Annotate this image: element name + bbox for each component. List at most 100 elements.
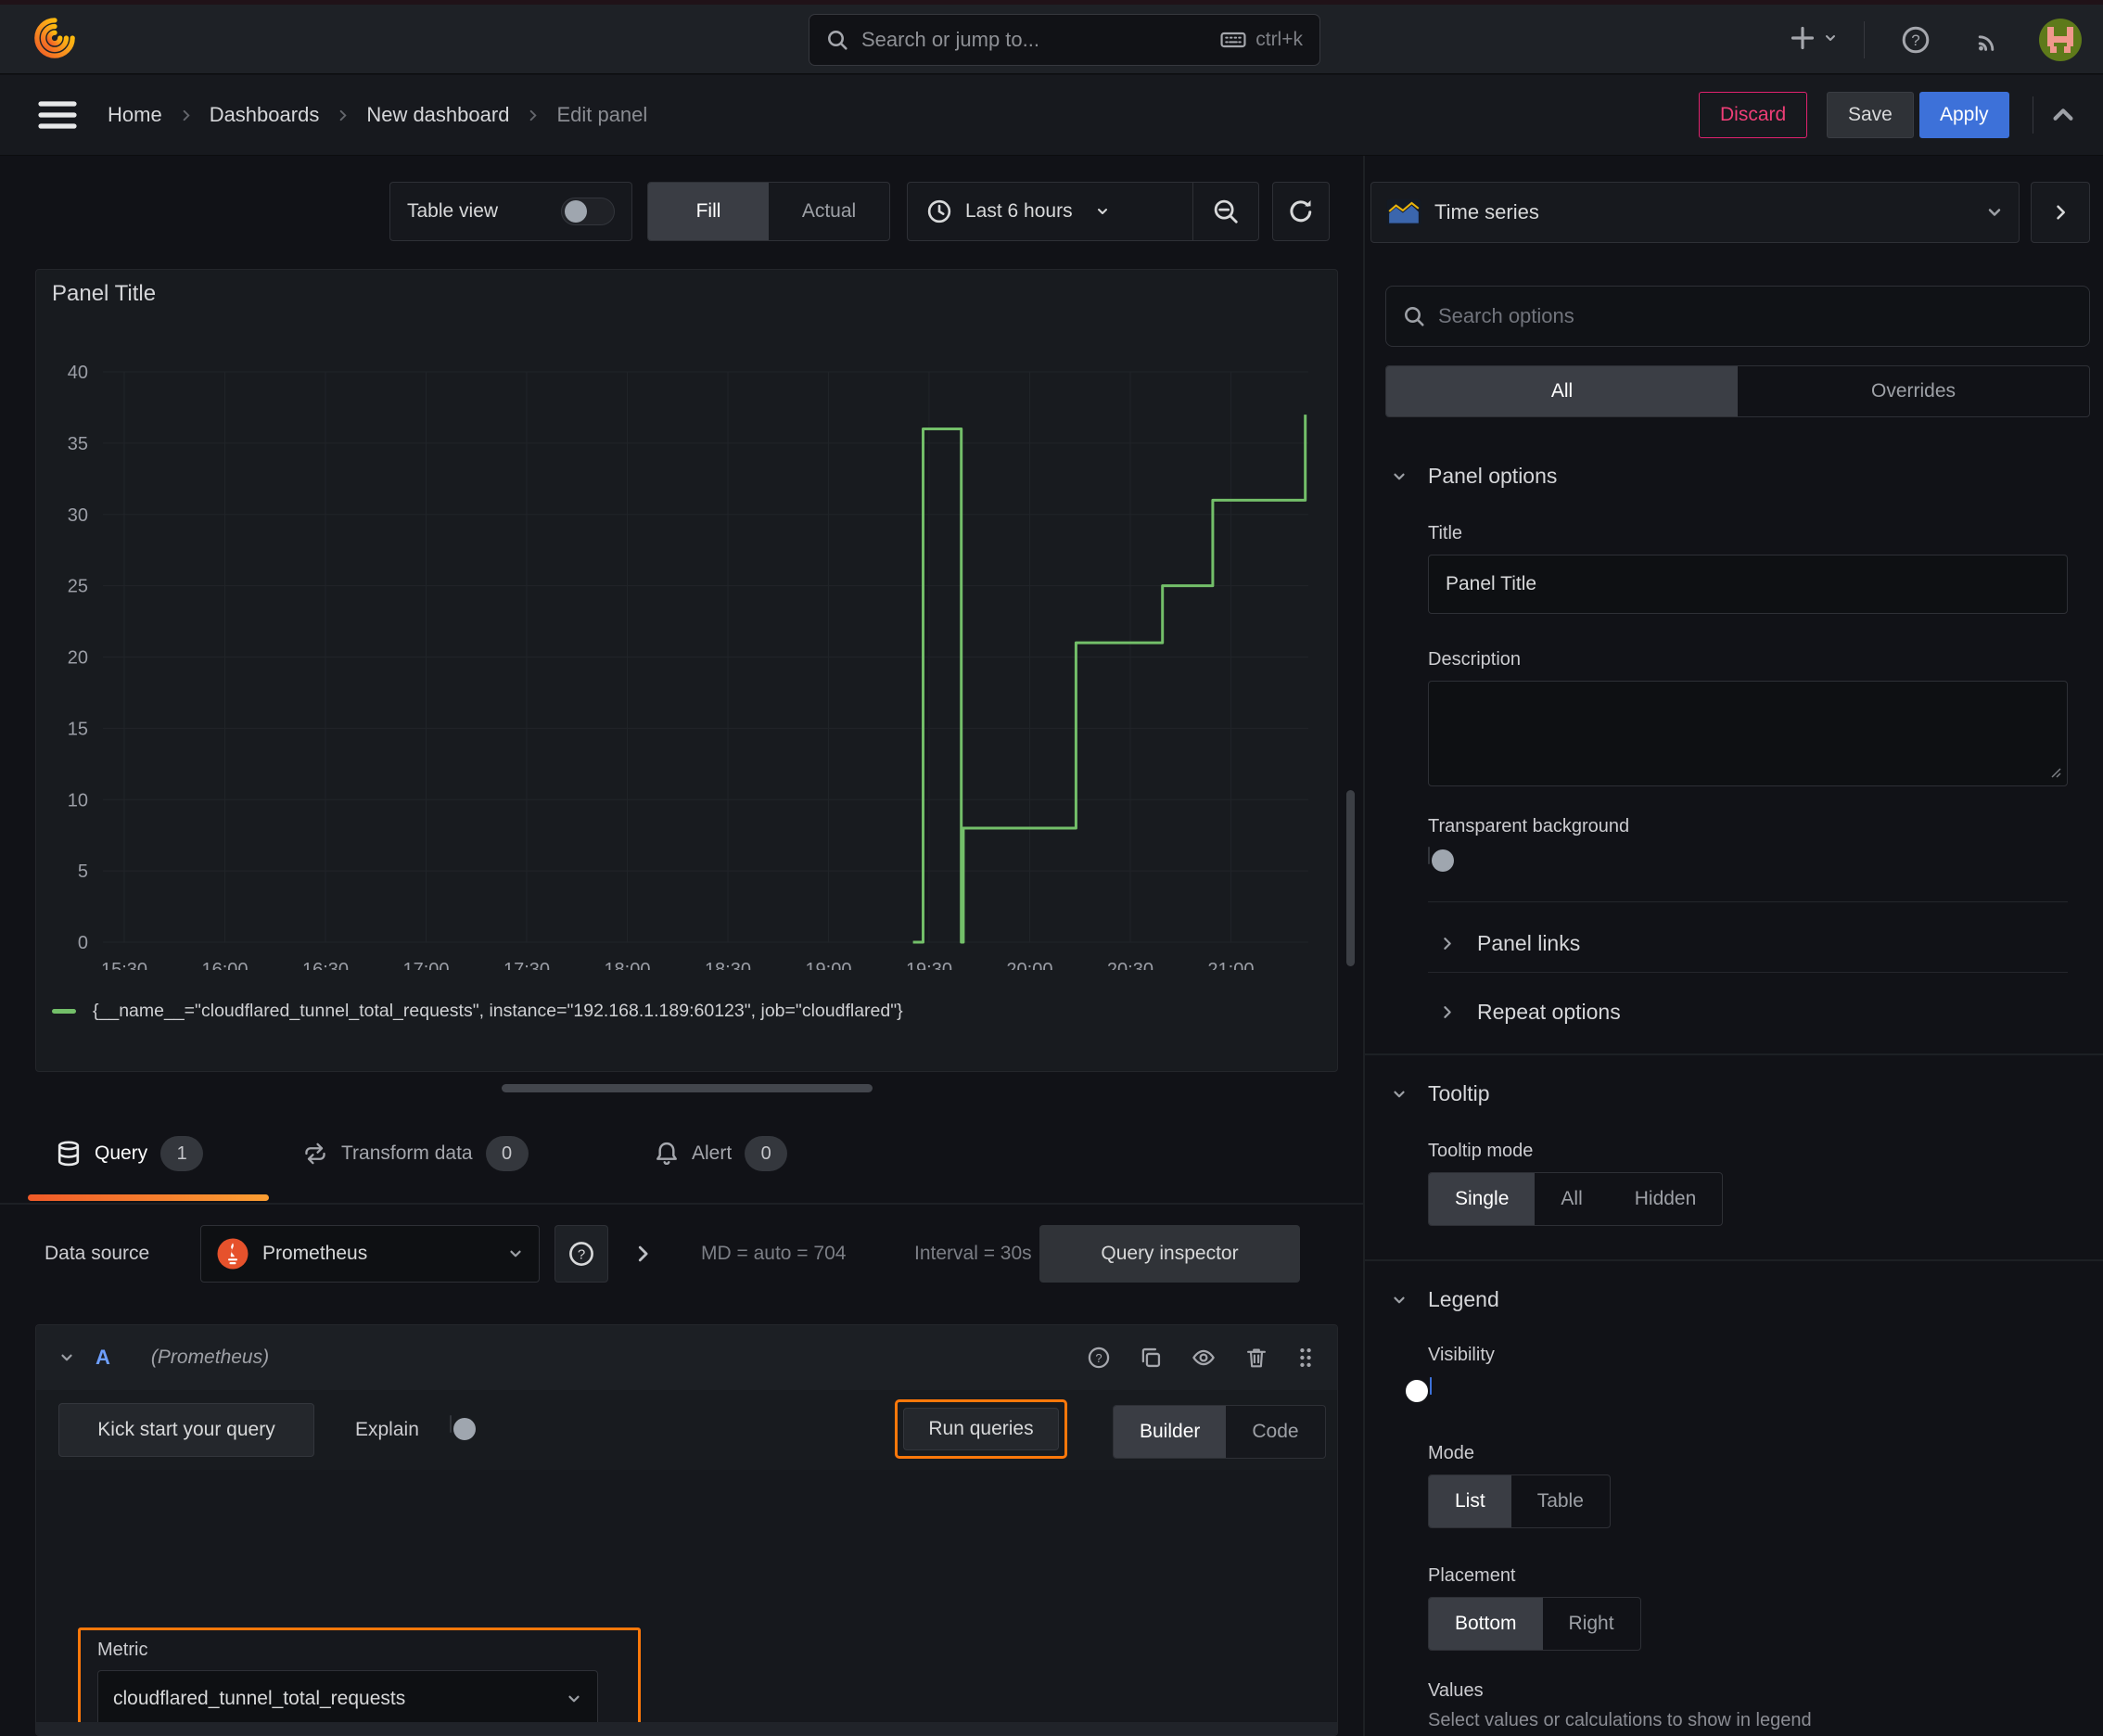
x-tick-label: 17:30 xyxy=(503,960,550,970)
x-tick-label: 15:30 xyxy=(101,960,147,970)
placement-right-option[interactable]: Right xyxy=(1543,1598,1640,1650)
tooltip-hidden-option[interactable]: Hidden xyxy=(1609,1173,1723,1225)
tab-all[interactable]: All xyxy=(1386,366,1738,416)
query-editor: A (Prometheus) ? Kick start your query E… xyxy=(35,1324,1338,1736)
tab-overrides[interactable]: Overrides xyxy=(1738,366,2089,416)
tooltip-mode-label: Tooltip mode xyxy=(1428,1141,1534,1161)
table-view-label: Table view xyxy=(407,200,499,222)
grafana-logo-icon[interactable] xyxy=(33,17,76,59)
metric-value: cloudflared_tunnel_total_requests xyxy=(113,1688,406,1709)
description-textarea[interactable] xyxy=(1428,681,2068,786)
resize-handle[interactable] xyxy=(502,1084,873,1092)
chevron-up-icon[interactable] xyxy=(2049,101,2077,129)
x-tick-label: 21:00 xyxy=(1207,960,1254,970)
legend-mode-label: Mode xyxy=(1428,1443,1475,1463)
menu-icon[interactable] xyxy=(37,99,78,131)
section-divider xyxy=(1363,1053,2103,1055)
y-tick-label: 30 xyxy=(68,505,88,526)
fill-option[interactable]: Fill xyxy=(648,183,769,240)
panel-links-section[interactable]: Panel links xyxy=(1439,918,1580,968)
clock-icon xyxy=(926,198,952,224)
eye-icon[interactable] xyxy=(1191,1346,1217,1370)
tooltip-header[interactable]: Tooltip xyxy=(1391,1081,1489,1106)
chevron-down-icon xyxy=(566,1691,582,1707)
query-stats-interval: Interval = 30s xyxy=(914,1243,1032,1264)
legend-header[interactable]: Legend xyxy=(1391,1287,1499,1312)
help-icon[interactable]: ? xyxy=(1901,25,1931,55)
run-queries-highlight: Run queries xyxy=(895,1399,1067,1459)
svg-text:?: ? xyxy=(1095,1351,1102,1365)
breadcrumb-dashboards[interactable]: Dashboards xyxy=(210,103,320,127)
repeat-options-heading: Repeat options xyxy=(1477,999,1621,1024)
resize-grip-icon[interactable] xyxy=(2047,764,2062,779)
tab-alert[interactable]: Alert 0 xyxy=(655,1124,788,1183)
tooltip-single-option[interactable]: Single xyxy=(1429,1173,1536,1225)
collapse-options-button[interactable] xyxy=(2031,182,2090,243)
prometheus-icon xyxy=(216,1237,249,1270)
discard-button[interactable]: Discard xyxy=(1699,92,1808,138)
builder-option[interactable]: Builder xyxy=(1114,1406,1227,1458)
kick-start-button[interactable]: Kick start your query xyxy=(58,1403,314,1457)
news-rss-icon[interactable] xyxy=(1973,25,2003,55)
query-inspector-button[interactable]: Query inspector xyxy=(1039,1225,1300,1283)
scrollbar[interactable] xyxy=(1346,790,1355,966)
panel-options-header[interactable]: Panel options xyxy=(1391,464,1557,489)
trash-icon[interactable] xyxy=(1244,1346,1268,1370)
refresh-button[interactable] xyxy=(1272,182,1330,241)
actual-option[interactable]: Actual xyxy=(769,183,889,240)
query-ref-id[interactable]: A xyxy=(96,1346,110,1370)
chevron-right-icon xyxy=(179,108,193,122)
viz-picker[interactable]: Time series xyxy=(1370,182,2020,243)
breadcrumb-home[interactable]: Home xyxy=(108,103,162,127)
avatar[interactable] xyxy=(2038,18,2083,62)
placement-bottom-option[interactable]: Bottom xyxy=(1429,1598,1543,1650)
legend-list-option[interactable]: List xyxy=(1429,1475,1511,1527)
repeat-options-section[interactable]: Repeat options xyxy=(1439,987,1621,1037)
chevron-down-icon xyxy=(1394,1091,1405,1097)
code-option[interactable]: Code xyxy=(1226,1406,1324,1458)
values-hint: Select values or calculations to show in… xyxy=(1428,1710,1812,1730)
panel-title-input[interactable] xyxy=(1428,555,2068,614)
chart-legend[interactable]: {__name__="cloudflared_tunnel_total_requ… xyxy=(52,1001,903,1022)
query-help-icon[interactable]: ? xyxy=(1087,1346,1111,1370)
expand-chevron-icon[interactable] xyxy=(632,1241,653,1267)
apply-button[interactable]: Apply xyxy=(1919,92,2009,138)
add-new-button[interactable] xyxy=(1790,25,1838,51)
tab-transform[interactable]: Transform data 0 xyxy=(302,1124,529,1183)
drag-grip-icon[interactable] xyxy=(1296,1346,1315,1370)
collapse-chevron-icon[interactable] xyxy=(58,1349,75,1366)
search-options-input[interactable]: Search options xyxy=(1385,286,2090,347)
legend-heading: Legend xyxy=(1428,1287,1499,1311)
chevron-right-icon xyxy=(1444,1005,1451,1018)
explain-toggle[interactable] xyxy=(450,1415,476,1440)
timeseries-chart[interactable]: 0 5 10 15 20 25 30 35 40 15:30 16:00 16:30 17:00 17:3… xyxy=(36,321,1339,970)
global-search-input[interactable]: Search or jump to... ctrl+k xyxy=(809,14,1320,66)
time-range-picker[interactable]: Last 6 hours xyxy=(908,198,1192,224)
datasource-picker[interactable]: Prometheus xyxy=(200,1225,540,1283)
metric-select[interactable]: cloudflared_tunnel_total_requests xyxy=(97,1670,598,1728)
legend-mode-switch: List Table xyxy=(1428,1474,1611,1528)
y-tick-label: 25 xyxy=(68,577,88,597)
metric-highlight: Metric cloudflared_tunnel_total_requests xyxy=(78,1628,641,1735)
x-tick-label: 16:00 xyxy=(201,960,248,970)
tab-alert-count: 0 xyxy=(745,1136,788,1171)
legend-table-option[interactable]: Table xyxy=(1511,1475,1610,1527)
search-placeholder: Search or jump to... xyxy=(861,28,1039,51)
datasource-help-button[interactable]: ? xyxy=(554,1225,608,1283)
query-row-header[interactable]: A (Prometheus) ? xyxy=(36,1325,1337,1390)
x-tick-label: 18:00 xyxy=(604,960,650,970)
tab-query[interactable]: Query 1 xyxy=(56,1124,204,1183)
refresh-icon xyxy=(1287,198,1315,225)
transparent-bg-toggle[interactable] xyxy=(1428,847,1454,872)
zoom-out-icon[interactable] xyxy=(1193,183,1258,240)
y-tick-label: 10 xyxy=(68,790,88,811)
table-view-toggle[interactable] xyxy=(561,198,615,225)
duplicate-icon[interactable] xyxy=(1139,1346,1163,1370)
save-button[interactable]: Save xyxy=(1827,92,1914,138)
breadcrumb-new-dashboard[interactable]: New dashboard xyxy=(366,103,509,127)
visibility-toggle[interactable] xyxy=(1406,1377,1432,1402)
run-queries-button[interactable]: Run queries xyxy=(903,1408,1059,1450)
divider xyxy=(1428,972,2068,973)
top-bar: Search or jump to... ctrl+k ? xyxy=(0,5,2103,74)
tooltip-all-option[interactable]: All xyxy=(1535,1173,1608,1225)
